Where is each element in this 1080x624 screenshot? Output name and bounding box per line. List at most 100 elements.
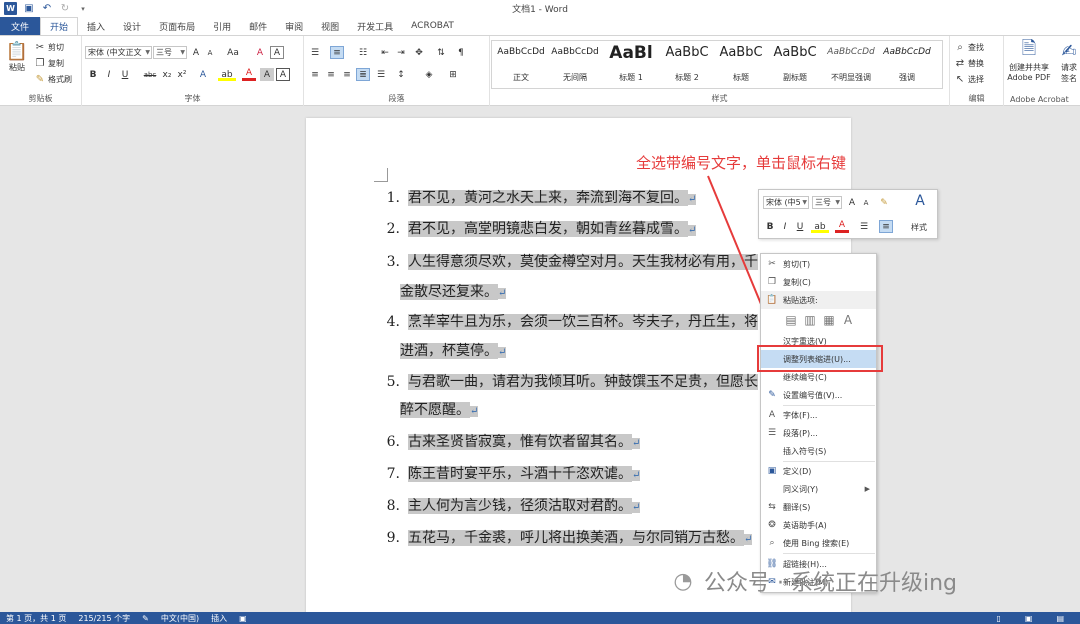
status-word-count[interactable]: 215/215 个字 <box>72 613 136 624</box>
multilevel-list-icon[interactable]: ☷ <box>356 46 370 59</box>
style-heading2[interactable]: AaBbC 标题 2 <box>658 41 716 88</box>
copy-button[interactable]: ❐ 复制 <box>34 57 64 69</box>
menu-item-cut[interactable]: ✂ 剪切(T) <box>761 255 876 273</box>
cut-button[interactable]: ✂ 剪切 <box>34 41 64 53</box>
superscript-button[interactable]: x² <box>175 68 189 81</box>
list-item-continuation[interactable]: 进酒，杯莫停。↵ <box>400 339 507 363</box>
highlight-button[interactable]: ab <box>218 68 236 81</box>
list-item[interactable]: 古来圣贤皆寂寞，惟有饮者留其名。↵ <box>408 430 641 454</box>
mini-format-painter-icon[interactable]: ✎ <box>877 196 891 209</box>
shading-icon[interactable]: ◈ <box>422 68 436 81</box>
font-size-combo[interactable]: 三号 ▼ <box>153 46 187 59</box>
show-marks-icon[interactable]: ¶ <box>454 46 468 59</box>
justify-icon[interactable]: ≣ <box>356 68 370 81</box>
undo-icon[interactable]: ↶ <box>41 3 53 15</box>
mini-font-combo[interactable]: 宋体 (中5 ▼ <box>763 196 809 209</box>
strikethrough-button[interactable]: abc <box>140 68 160 81</box>
tab-view[interactable]: 视图 <box>312 17 348 35</box>
style-heading1[interactable]: AaBl 标题 1 <box>602 41 660 88</box>
status-insert-mode[interactable]: 插入 <box>205 613 233 624</box>
tab-developer[interactable]: 开发工具 <box>348 17 402 35</box>
tab-design[interactable]: 设计 <box>114 17 150 35</box>
bold-button[interactable]: B <box>86 68 100 81</box>
list-item[interactable]: 烹羊宰牛且为乐，会须一饮三百杯。岑夫子，丹丘生，将 <box>408 310 758 334</box>
tab-mailings[interactable]: 邮件 <box>240 17 276 35</box>
line-spacing-icon[interactable]: ↕ <box>394 68 408 81</box>
mini-size-combo[interactable]: 三号 ▼ <box>812 196 842 209</box>
list-item[interactable]: 君不见，黄河之水天上来，奔流到海不复回。↵ <box>408 186 697 210</box>
mini-font-color-button[interactable]: A <box>835 220 849 233</box>
menu-item-copy[interactable]: ❐ 复制(C) <box>761 273 876 291</box>
mini-bullets-icon[interactable]: ☰ <box>857 220 871 233</box>
numbering-icon[interactable]: ≡ <box>330 46 344 59</box>
create-share-pdf-button[interactable]: 🗎 创建并共享 Adobe PDF <box>1004 38 1054 82</box>
list-item[interactable]: 主人何为言少钱，径须沽取对君酌。↵ <box>408 494 641 518</box>
style-subtitle[interactable]: AaBbC 副标题 <box>766 41 824 88</box>
menu-item-synonyms[interactable]: 同义词(Y) ▶ <box>761 480 876 498</box>
list-item[interactable]: 人生得意须尽欢，莫使金樽空对月。天生我材必有用，千 <box>408 250 758 274</box>
tab-file[interactable]: 文件 <box>0 17 41 35</box>
tab-layout[interactable]: 页面布局 <box>150 17 204 35</box>
mini-styles-button[interactable]: A <box>909 193 931 209</box>
chevron-down-icon[interactable]: ▾ <box>77 3 89 15</box>
style-no-spacing[interactable]: AaBbCcDd 无间隔 <box>546 41 604 88</box>
tab-home[interactable]: 开始 <box>40 17 79 35</box>
style-emphasis[interactable]: AaBbCcDd 强调 <box>878 41 936 88</box>
menu-item-define[interactable]: ▣ 定义(D) <box>761 462 876 480</box>
paste-merge-icon[interactable]: ▥ <box>804 313 816 327</box>
list-item[interactable]: 与君歌一曲，请君为我倾耳听。钟鼓馔玉不足贵，但愿长 <box>408 370 758 394</box>
text-effects-button[interactable]: A <box>196 68 210 81</box>
web-layout-icon[interactable]: ▤ <box>1050 614 1070 623</box>
tab-review[interactable]: 审阅 <box>276 17 312 35</box>
replace-button[interactable]: ⇄ 替换 <box>954 57 984 69</box>
tab-references[interactable]: 引用 <box>204 17 240 35</box>
borders-icon[interactable]: ⊞ <box>446 68 460 81</box>
mini-numbering-icon[interactable]: ≡ <box>879 220 893 233</box>
request-signature-button[interactable]: ✍ 请求 签名 <box>1058 40 1080 84</box>
mini-underline-button[interactable]: U <box>793 220 807 233</box>
increase-indent-icon[interactable]: ⇥ <box>394 46 408 59</box>
select-button[interactable]: ↖ 选择 <box>954 73 984 85</box>
paste-keep-source-icon[interactable]: ▤ <box>785 313 797 327</box>
distributed-icon[interactable]: ☰ <box>374 68 388 81</box>
chinese-layout-icon[interactable]: ✥ <box>412 46 426 59</box>
menu-item-insert-symbol[interactable]: 插入符号(S) <box>761 442 876 460</box>
sort-icon[interactable]: ⇅ <box>434 46 448 59</box>
subscript-button[interactable]: x₂ <box>160 68 174 81</box>
mini-grow-button[interactable]: A <box>845 196 859 209</box>
phonetic-button[interactable]: A <box>270 46 284 59</box>
style-subtle-emphasis[interactable]: AaBbCcDd 不明显强调 <box>822 41 880 88</box>
menu-item-english-helper[interactable]: ❂ 英语助手(A) <box>761 516 876 534</box>
menu-item-paragraph[interactable]: ☰ 段落(P)... <box>761 424 876 442</box>
read-mode-icon[interactable]: ▯ <box>990 614 1006 623</box>
style-normal[interactable]: AaBbCcDd 正文 <box>492 41 550 88</box>
tab-insert[interactable]: 插入 <box>78 17 114 35</box>
menu-item-bing-search[interactable]: ⌕ 使用 Bing 搜索(E) <box>761 534 876 552</box>
align-center-icon[interactable]: ≡ <box>324 68 338 81</box>
list-item[interactable]: 陈王昔时宴平乐，斗酒十千恣欢谑。↵ <box>408 462 641 486</box>
menu-item-font[interactable]: A 字体(F)... <box>761 406 876 424</box>
redo-icon[interactable]: ↻ <box>59 3 71 15</box>
tab-acrobat[interactable]: ACROBAT <box>402 17 463 35</box>
bullets-icon[interactable]: ☰ <box>308 46 322 59</box>
align-left-icon[interactable]: ≡ <box>308 68 322 81</box>
change-case-button[interactable]: Aa <box>223 46 243 59</box>
print-layout-icon[interactable]: ▣ <box>1019 614 1039 623</box>
align-right-icon[interactable]: ≡ <box>340 68 354 81</box>
char-border-button[interactable]: A <box>276 68 290 81</box>
paste-button[interactable]: 📋 粘贴 <box>6 40 28 73</box>
paste-text-only-icon[interactable]: A <box>842 313 854 327</box>
font-color-button[interactable]: A <box>242 68 256 81</box>
proofing-icon[interactable]: ✎ <box>136 614 155 623</box>
grow-font-button[interactable]: A <box>189 46 203 59</box>
macro-icon[interactable]: ▣ <box>233 614 253 623</box>
list-item[interactable]: 五花马，千金裘，呼儿将出换美酒，与尔同销万古愁。↵ <box>408 526 753 550</box>
find-button[interactable]: ⌕ 查找 <box>954 41 984 53</box>
style-title[interactable]: AaBbC 标题 <box>712 41 770 88</box>
list-item-continuation[interactable]: 金散尽还复来。↵ <box>400 280 507 304</box>
status-page[interactable]: 第 1 页，共 1 页 <box>0 613 72 624</box>
mini-bold-button[interactable]: B <box>763 220 777 233</box>
mini-italic-button[interactable]: I <box>778 220 792 233</box>
format-painter-button[interactable]: ✎ 格式刷 <box>34 73 72 85</box>
font-name-combo[interactable]: 宋体 (中文正文 ▼ <box>85 46 152 59</box>
